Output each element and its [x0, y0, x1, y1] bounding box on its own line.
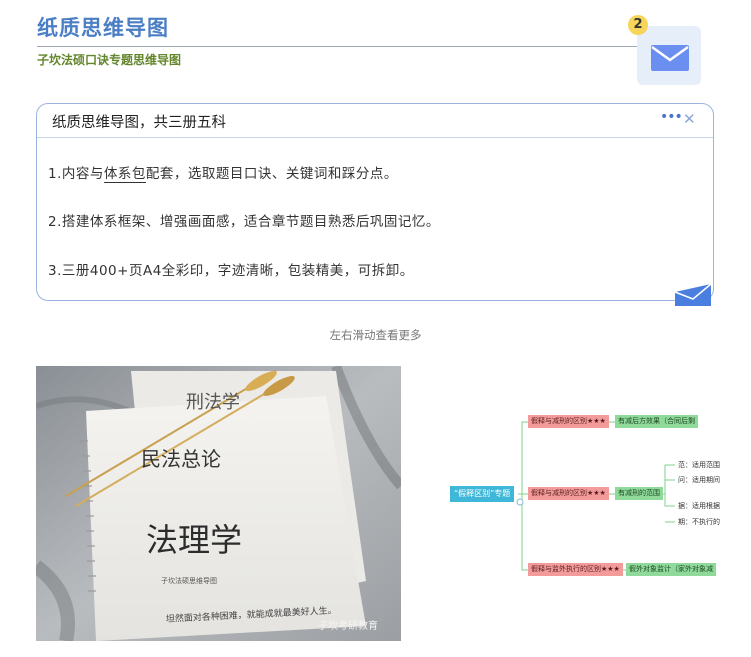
mindmap-sub-1: 范：适用范围	[678, 461, 720, 469]
mindmap-branch-1: 假释与减刑的区别★★★	[528, 415, 609, 428]
card-line-1: 1.内容与体系包配套，选取题目口诀、关键词和踩分点。	[48, 162, 398, 183]
mindmap-sub-4: 期：不执行的	[678, 518, 720, 526]
mindmap-leaf-2: 有减刑的范围	[615, 487, 663, 500]
card-header: 纸质思维导图，共三册五科 ••• ✕	[37, 104, 713, 138]
page-title: 纸质思维导图	[37, 16, 169, 40]
photo-label-4: 子坎法硕思维导图	[161, 576, 217, 585]
product-photo[interactable]: 刑法学 民法总论 法理学 子坎法硕思维导图 坦然面对各种困难，就能成就最美好人生…	[36, 366, 401, 641]
photo-label-1: 刑法学	[186, 392, 240, 413]
card-line-2: 2.搭建体系框架、增强画面感，适合章节题目熟悉后巩固记忆。	[48, 214, 440, 230]
title-divider	[37, 46, 637, 47]
mindmap-leaf-3: 假外对象监计（家外对象减	[626, 563, 716, 576]
page-subtitle: 子坎法硕口诀专题思维导图	[37, 53, 182, 67]
mindmap-branch-3: 假释与监外执行的区别★★★	[528, 563, 623, 576]
envelope-icon	[674, 283, 712, 306]
mindmap-root-node: “假释区别”专题	[450, 486, 515, 502]
mindmap-sub-2: 问：适用期间	[678, 476, 720, 484]
mindmap-branch-2: 假释与减刑的区别★★★	[528, 487, 609, 500]
close-icon[interactable]: ✕	[683, 110, 696, 128]
card-line-1-suffix: 配套，选取题目口诀、关键词和踩分点。	[145, 166, 398, 182]
underlined-keyword: 体系包	[103, 166, 146, 183]
info-card: 纸质思维导图，共三册五科 ••• ✕ 1.内容与体系包配套，选取题目口诀、关键词…	[36, 103, 714, 306]
card-line-1-prefix: 1.内容与	[48, 166, 104, 182]
photo-label-2: 民法总论	[141, 447, 221, 471]
message-count-badge: 2	[628, 15, 648, 35]
more-options-icon[interactable]: •••	[660, 109, 683, 125]
notebook-photo-image: 刑法学 民法总论 法理学 子坎法硕思维导图 坦然面对各种困难，就能成就最美好人生…	[36, 366, 401, 641]
card-line-3: 3.三册400+页A4全彩印，字迹清晰，包装精美，可拆卸。	[48, 263, 414, 279]
card-title: 纸质思维导图，共三册五科	[52, 115, 226, 131]
swipe-hint: 左右滑动查看更多	[329, 328, 422, 342]
photo-label-3: 法理学	[146, 521, 242, 559]
mindmap-sub-3: 据：适用根据	[678, 502, 720, 510]
mail-icon	[651, 45, 689, 71]
photo-watermark: 子坎考研教育	[318, 621, 378, 632]
mindmap-leaf-1: 有减后方效果（合同后剩	[615, 415, 698, 428]
